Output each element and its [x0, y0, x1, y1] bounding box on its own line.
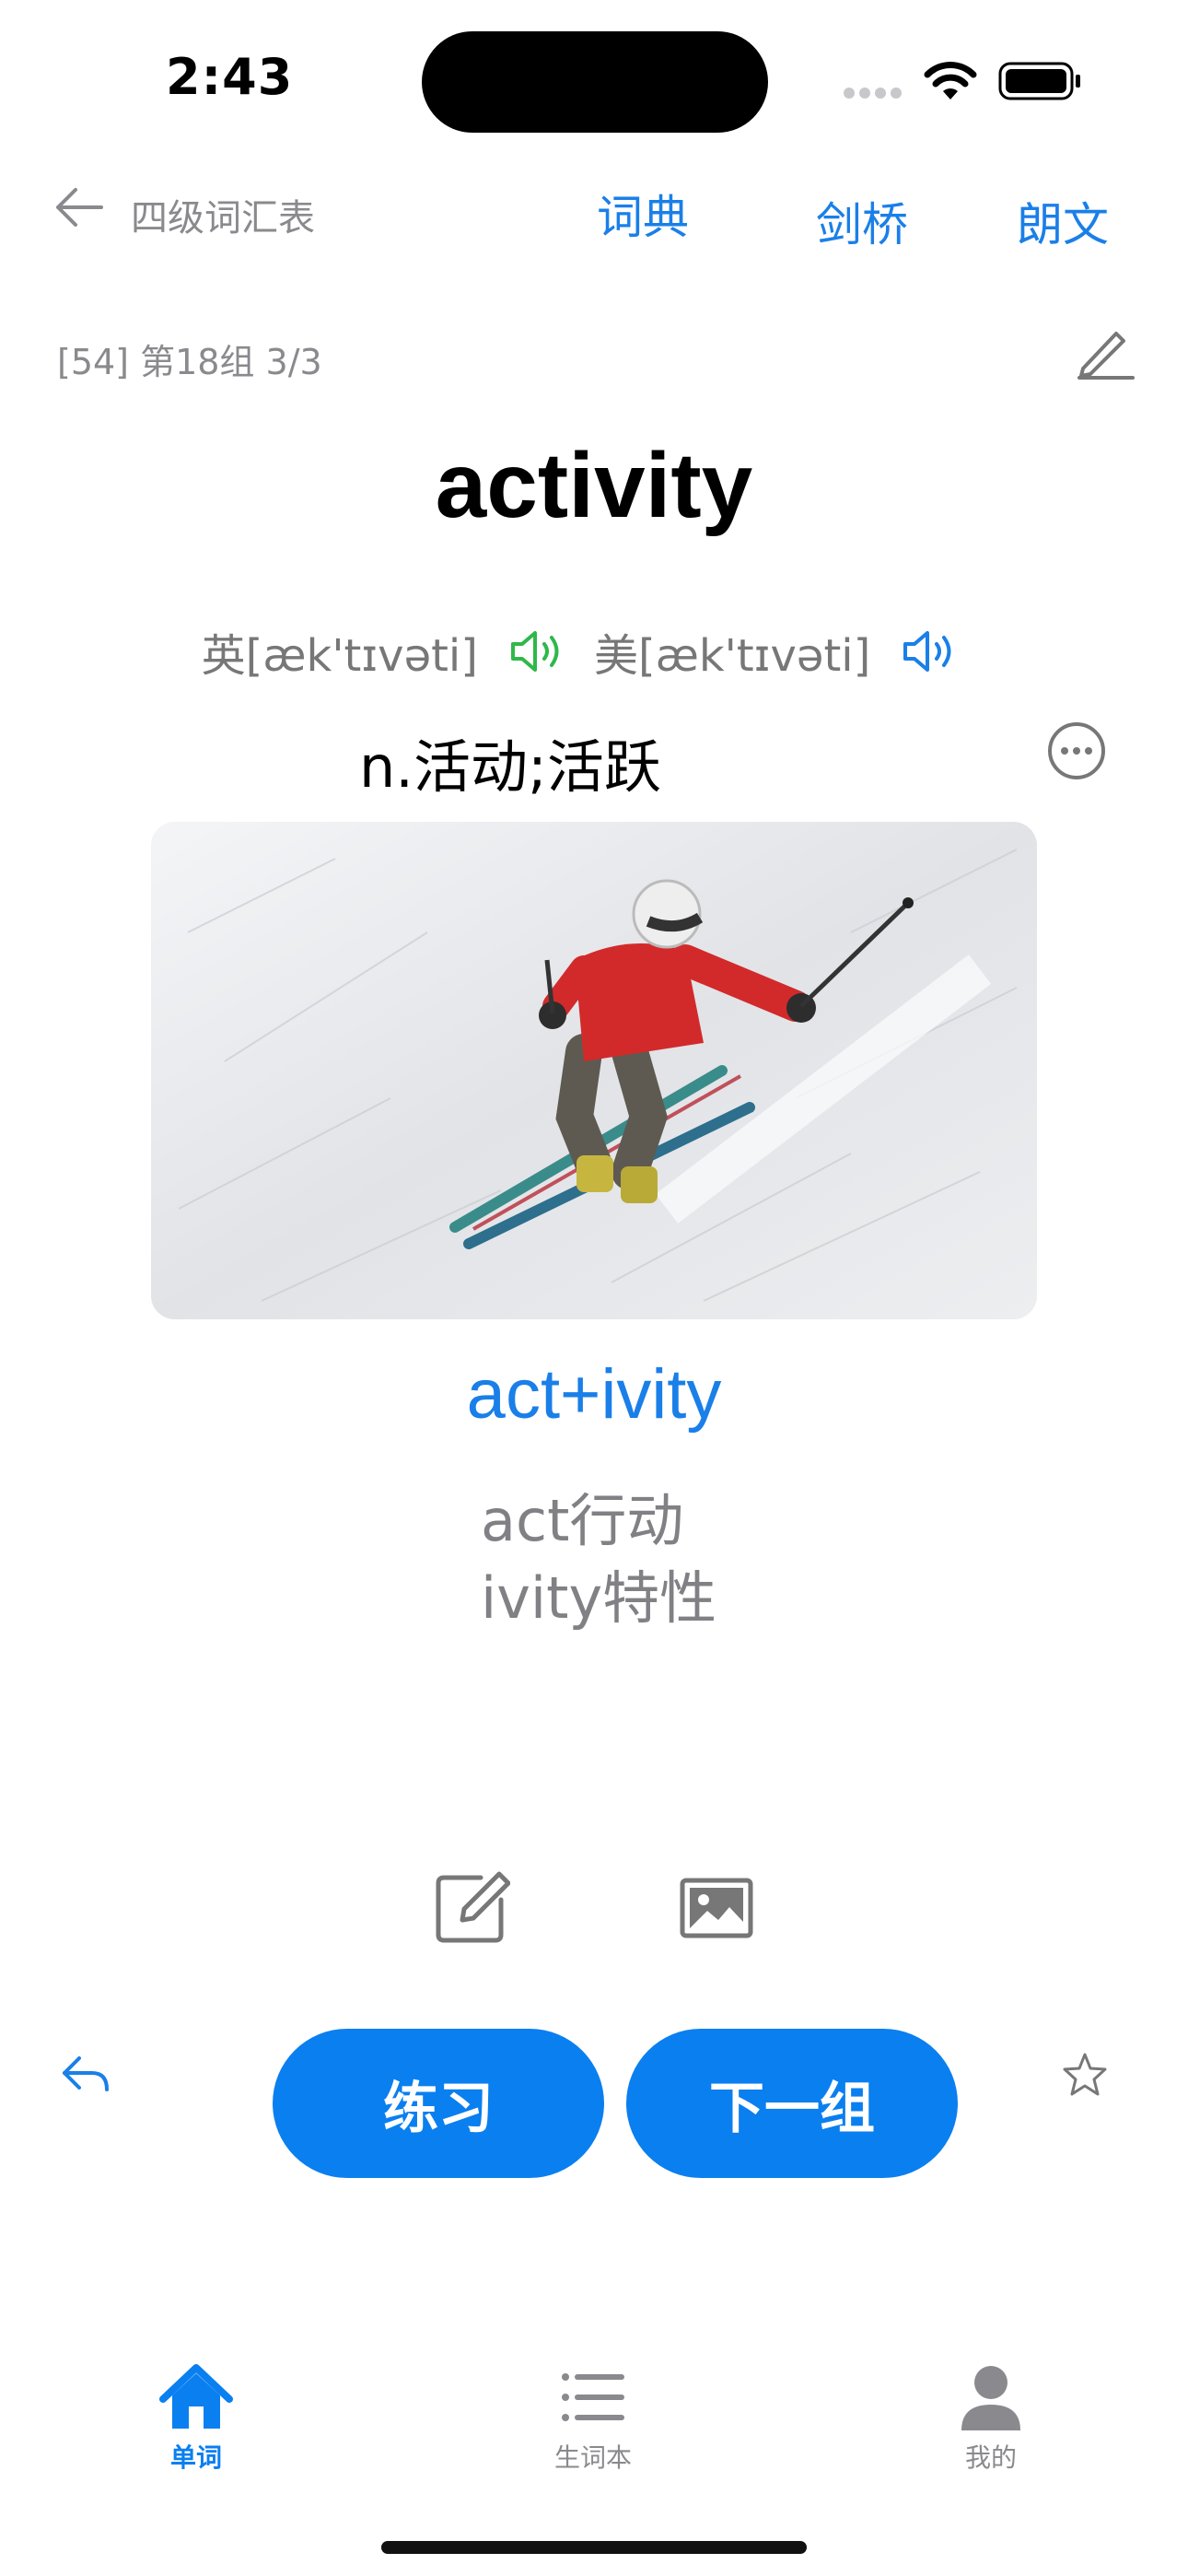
tabbar-item-vocabulary[interactable]: 生词本	[501, 2362, 685, 2475]
suffix-part: ivity特性	[481, 1564, 717, 1632]
tabbar-item-words[interactable]: 单词	[104, 2362, 288, 2475]
tab-dictionary[interactable]: 词典	[597, 181, 689, 247]
speaker-icon[interactable]	[902, 628, 959, 674]
word-list-title[interactable]: 四级词汇表	[131, 188, 315, 241]
person-icon	[961, 2366, 1020, 2430]
image-icon[interactable]	[680, 1878, 753, 1938]
home-icon	[159, 2364, 233, 2429]
definition: n.活动;活跃	[359, 733, 661, 801]
tabbar-item-profile[interactable]: 我的	[899, 2362, 1083, 2475]
word-illustration	[151, 822, 1037, 1319]
tab-cambridge[interactable]: 剑桥	[816, 188, 908, 254]
signal-icon	[844, 85, 906, 99]
root-formula[interactable]: act+ivity	[0, 1354, 1188, 1434]
tabbar-label: 单词	[169, 2442, 222, 2473]
list-icon	[562, 2373, 624, 2421]
edit-note-icon[interactable]	[435, 1870, 510, 1944]
more-icon[interactable]	[1046, 720, 1107, 781]
practice-button[interactable]: 练习	[273, 2029, 604, 2178]
next-group-button[interactable]: 下一组	[626, 2029, 958, 2178]
back-arrow-icon[interactable]	[53, 186, 103, 228]
tabbar-label: 我的	[964, 2442, 1017, 2473]
dynamic-island	[422, 31, 768, 133]
wifi-icon	[924, 62, 977, 100]
uk-phonetic: 英[æk'tɪvəti]	[201, 630, 478, 682]
pencil-icon[interactable]	[1074, 326, 1136, 380]
star-icon[interactable]	[1061, 2051, 1109, 2099]
group-progress: [54] 第18组 3/3	[57, 342, 322, 382]
status-time: 2:43	[166, 48, 294, 106]
us-phonetic: 美[æk'tɪvəti]	[594, 630, 871, 682]
root-part: act行动	[481, 1487, 684, 1554]
headword: activity	[435, 434, 753, 537]
home-indicator	[381, 2541, 807, 2554]
tab-longman[interactable]: 朗文	[1017, 188, 1109, 254]
tabbar-label: 生词本	[553, 2442, 632, 2473]
phonetics-row: 英[æk'tɪvəti] 美[æk'tɪvəti]	[0, 619, 1188, 684]
speaker-icon[interactable]	[509, 628, 566, 674]
skier-image	[151, 822, 1037, 1319]
undo-icon[interactable]	[59, 2053, 111, 2095]
battery-icon	[998, 62, 1080, 100]
